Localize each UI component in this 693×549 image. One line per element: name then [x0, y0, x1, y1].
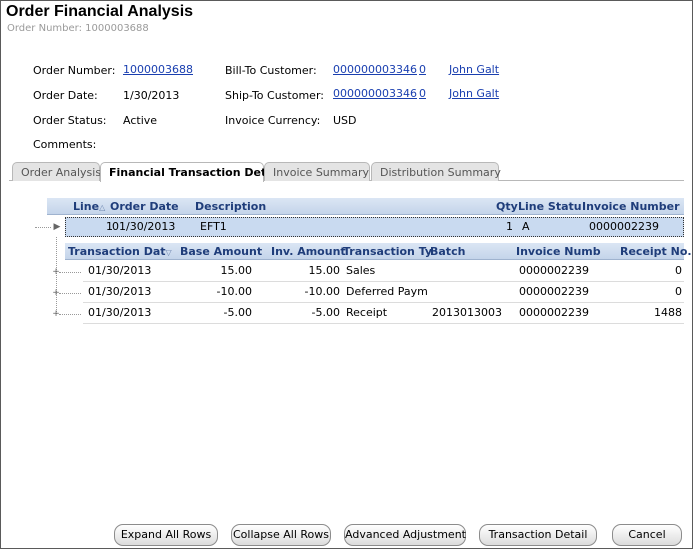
cell-description: EFT1 [200, 220, 227, 233]
cancel-button[interactable]: Cancel [612, 524, 682, 546]
cell-invoice-number: 0000002239 [589, 220, 659, 233]
col-header-description[interactable]: Description [195, 200, 266, 213]
tab-distribution-summary[interactable]: Distribution Summary [371, 162, 501, 181]
order-status-label: Order Status: [33, 114, 107, 127]
cell-receipt-no: 0 [675, 264, 682, 277]
cell-transaction-date: 01/30/2013 [88, 285, 152, 298]
page-title: Order Financial Analysis [6, 3, 194, 20]
child-grid-header: Transaction Dat▽ Base Amount Inv. Amount… [65, 243, 692, 260]
row-selector-icon[interactable]: ▶ [53, 223, 61, 232]
col-header-transaction-date[interactable]: Transaction Dat▽ [68, 245, 172, 258]
order-status-value: Active [123, 114, 158, 127]
col-header-order-date[interactable]: Order Date [110, 200, 179, 213]
cell-inv-amount: -5.00 [311, 306, 340, 319]
bill-to-sub-link[interactable]: 0 [419, 63, 426, 76]
col-header-qty[interactable]: Qty [496, 200, 518, 213]
order-financial-analysis-window: Order Financial Analysis Order Number: 1… [0, 0, 693, 549]
col-header-line[interactable]: Line△ [73, 200, 105, 213]
ship-to-label: Ship-To Customer: [225, 89, 324, 102]
order-date-value: 1/30/2013 [123, 89, 180, 102]
collapse-all-rows-button[interactable]: Collapse All Rows [231, 524, 331, 546]
cell-invoice-number: 0000002239 [519, 285, 589, 298]
cell-line-status: A [522, 220, 530, 233]
cell-invoice-number: 0000002239 [519, 264, 589, 277]
cell-base-amount: -10.00 [216, 285, 252, 298]
col-header-invoice-number[interactable]: Invoice Numb [516, 245, 601, 258]
tab-invoice-summary[interactable]: Invoice Summary [264, 162, 370, 181]
col-header-line-status[interactable]: Line Statu [518, 200, 582, 213]
sort-ascending-icon: △ [99, 203, 106, 212]
cell-base-amount: 15.00 [220, 264, 253, 277]
ship-to-id-link[interactable]: 000000003346 [333, 87, 417, 100]
col-header-base-amount[interactable]: Base Amount [180, 245, 262, 258]
invoice-currency-value: USD [333, 114, 357, 127]
tab-financial-transaction-detail[interactable]: Financial Transaction Detail [100, 162, 281, 182]
cell-transaction-date: 01/30/2013 [88, 264, 152, 277]
cell-invoice-number: 0000002239 [519, 306, 589, 319]
col-header-transaction-type[interactable]: Transaction Ty [343, 245, 432, 258]
financial-transaction-grid: Line△ Order Date Description Qty Line St… [9, 181, 692, 511]
page-subtitle: Order Number: 1000003688 [7, 23, 149, 34]
col-header-receipt-no[interactable]: Receipt No. [620, 245, 692, 258]
cell-transaction-type: Sales [346, 264, 376, 277]
cell-receipt-no: 1488 [654, 306, 682, 319]
cell-transaction-type: Deferred Paym [346, 285, 428, 298]
cell-order-date: 01/30/2013 [112, 220, 176, 233]
cell-inv-amount: 15.00 [308, 264, 341, 277]
transaction-detail-button[interactable]: Transaction Detail [479, 524, 597, 546]
parent-grid-header: Line△ Order Date Description Qty Line St… [47, 198, 684, 215]
child-row[interactable]: 01/30/2013 -5.00 -5.00 Receipt 201301300… [83, 304, 684, 324]
cell-transaction-date: 01/30/2013 [88, 306, 152, 319]
ship-to-sub-link[interactable]: 0 [419, 87, 426, 100]
cell-qty: 1 [506, 220, 513, 233]
expand-all-rows-button[interactable]: Expand All Rows [114, 524, 218, 546]
advanced-adjustment-button[interactable]: Advanced Adjustment [344, 524, 466, 546]
order-number-link[interactable]: 1000003688 [123, 63, 193, 76]
cell-batch: 2013013003 [432, 306, 502, 319]
ship-to-name-link[interactable]: John Galt [449, 87, 499, 100]
cell-transaction-type: Receipt [346, 306, 388, 319]
order-date-label: Order Date: [33, 89, 98, 102]
parent-row-line-1[interactable]: 1 01/30/2013 EFT1 1 A 0000002239 [65, 217, 684, 237]
child-row[interactable]: 01/30/2013 -10.00 -10.00 Deferred Paym 0… [83, 283, 684, 303]
sort-descending-icon: ▽ [165, 248, 172, 257]
order-number-label: Order Number: [33, 64, 116, 77]
bill-to-label: Bill-To Customer: [225, 64, 317, 77]
tree-connector [59, 272, 81, 273]
comments-label: Comments: [33, 138, 97, 151]
col-header-invoice-number[interactable]: Invoice Number [582, 200, 680, 213]
child-row[interactable]: 01/30/2013 15.00 15.00 Sales 0000002239 … [83, 262, 684, 282]
col-header-batch[interactable]: Batch [430, 245, 465, 258]
bill-to-name-link[interactable]: John Galt [449, 63, 499, 76]
cell-base-amount: -5.00 [223, 306, 252, 319]
col-header-inv-amount[interactable]: Inv. Amount [271, 245, 346, 258]
tree-connector [59, 293, 81, 294]
bill-to-id-link[interactable]: 000000003346 [333, 63, 417, 76]
tree-connector [35, 227, 51, 228]
cell-inv-amount: -10.00 [304, 285, 340, 298]
cell-receipt-no: 0 [675, 285, 682, 298]
tab-order-analysis[interactable]: Order Analysis [12, 162, 101, 181]
tree-connector [59, 314, 81, 315]
invoice-currency-label: Invoice Currency: [225, 114, 321, 127]
